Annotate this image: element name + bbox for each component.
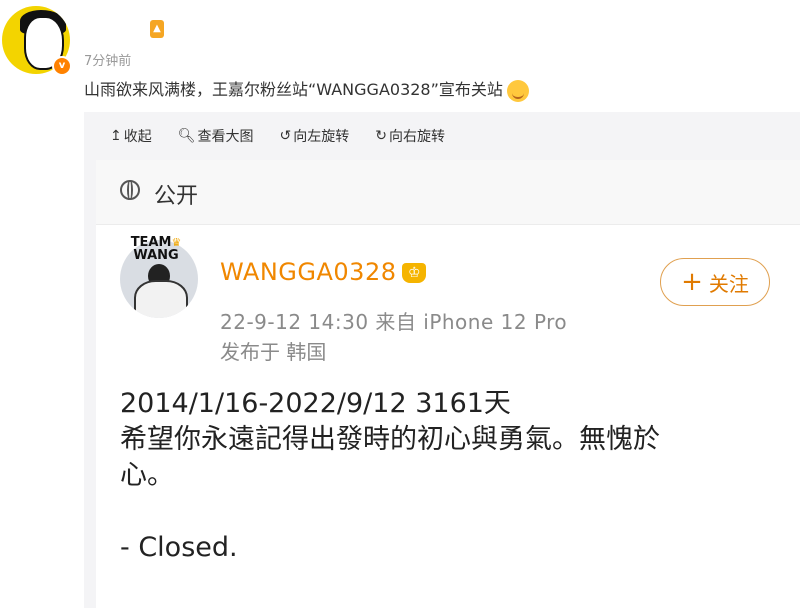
globe-icon [120,180,140,200]
follow-label: 关注 [708,271,749,296]
member-crown-icon: ♔ [402,263,427,283]
collapse-button[interactable]: ↥ 收起 [110,126,152,146]
collapse-icon: ↥ [110,128,122,144]
post-text-content: 山雨欲来风满楼，王嘉尔粉丝站“WANGGA0328”宣布关站 [84,80,503,99]
visibility-header: 公开 [96,160,800,225]
username-row: WANGGA0328 ♔ [220,258,427,286]
rotate-right-icon: ↻ [375,128,387,144]
rotate-left-icon: ↺ [279,128,292,144]
username[interactable]: WANGGA0328 [220,258,396,286]
view-large-button[interactable]: 🔍︎ 查看大图 [178,126,254,146]
search-icon: 🔍︎ [177,128,196,144]
content-line: - Closed. [120,532,238,563]
image-viewer: ↥ 收起 🔍︎ 查看大图 ↺ 向左旋转 ↻ 向右旋转 公开 TEAM♛ WANG [84,112,800,608]
post-time: 7分钟前 [84,54,132,69]
wang-text: WANG [133,248,179,263]
post-location: 发布于 韩国 [220,340,327,364]
post-text: 山雨欲来风满楼，王嘉尔粉丝站“WANGGA0328”宣布关站 [84,76,529,102]
content-line: 希望你永遠記得出發時的初心與勇氣。無愧於 [120,424,660,455]
team-wang-logo: TEAM♛ WANG [116,236,196,262]
content-line: 心。 [120,460,174,491]
visibility-label: 公开 [154,184,199,209]
rotate-left-label: 向左旋转 [293,129,350,145]
avatar-body [134,280,188,318]
post-content: 2014/1/16-2022/9/12 3161天 希望你永遠記得出發時的初心與… [120,386,780,566]
follow-button[interactable]: + 关注 [660,258,770,306]
post-meta: 22-9-12 14:30 来自 iPhone 12 Pro [220,310,568,334]
embedded-screenshot: 公开 TEAM♛ WANG WANGGA0328 ♔ 22-9-12 14:30 … [96,160,800,608]
smile-emoji [506,79,529,102]
vip-icon: ▲ [150,20,164,38]
verified-icon: v [52,56,72,76]
collapse-label: 收起 [123,129,152,145]
image-toolbar: ↥ 收起 🔍︎ 查看大图 ↺ 向左旋转 ↻ 向右旋转 [84,112,800,160]
plus-icon: + [681,267,703,297]
rotate-right-button[interactable]: ↻ 向右旋转 [375,126,445,146]
view-large-label: 查看大图 [197,129,254,145]
content-line: 2014/1/16-2022/9/12 3161天 [120,388,511,419]
rotate-left-button[interactable]: ↺ 向左旋转 [280,126,350,146]
content-spacer [120,494,780,530]
rotate-right-label: 向右旋转 [388,129,445,145]
